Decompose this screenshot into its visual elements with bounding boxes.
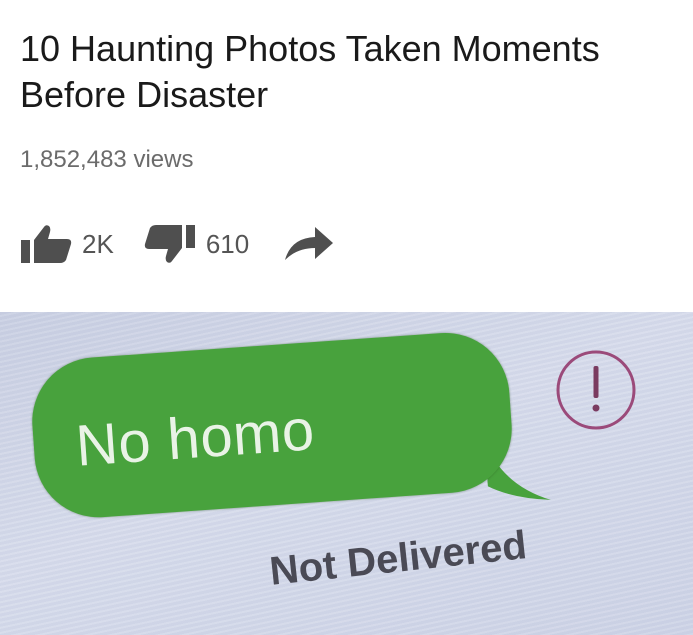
like-count: 2K xyxy=(82,228,114,259)
dislike-count: 610 xyxy=(205,228,250,259)
video-actions-bar: 2K 610 xyxy=(18,222,335,266)
video-title[interactable]: 10 Haunting Photos Taken Moments Before … xyxy=(20,26,660,118)
message-bubble-group: No homo xyxy=(28,326,559,532)
sent-message-bubble[interactable]: No homo xyxy=(28,328,516,522)
message-text: No homo xyxy=(73,397,317,479)
exclamation-circle-icon[interactable] xyxy=(548,342,644,438)
share-arrow-icon xyxy=(283,224,335,264)
thumbs-down-icon xyxy=(142,223,198,265)
video-info-card: 10 Haunting Photos Taken Moments Before … xyxy=(0,0,693,312)
thumbs-up-icon xyxy=(18,223,74,265)
dislike-button[interactable]: 610 xyxy=(142,223,249,265)
like-button[interactable]: 2K xyxy=(18,223,114,265)
message-screen: No homo Not Delivered xyxy=(0,312,693,635)
view-count: 1,852,483 views xyxy=(20,146,194,173)
share-button[interactable] xyxy=(283,224,335,264)
